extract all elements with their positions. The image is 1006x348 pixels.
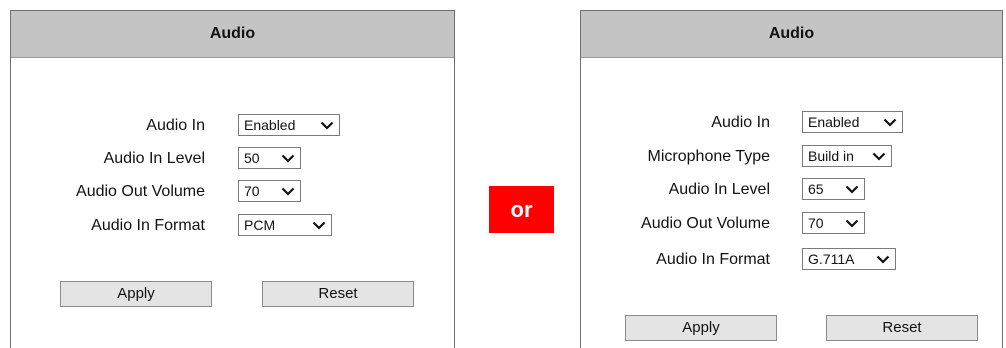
- microphone-type-value: Build in: [808, 148, 854, 164]
- audio-in-select[interactable]: Enabled: [238, 114, 340, 136]
- audio-in-level-label: Audio In Level: [668, 181, 770, 198]
- audio-in-label: Audio In: [711, 114, 770, 131]
- chevron-down-icon: [280, 148, 296, 168]
- audio-settings-panel-right: Audio Audio In Enabled Microphone Type B…: [580, 10, 1003, 348]
- audio-in-label: Audio In: [146, 117, 205, 134]
- reset-button[interactable]: Reset: [826, 315, 978, 341]
- chevron-down-icon: [871, 146, 887, 166]
- audio-in-level-row: Audio In Level 50: [11, 146, 454, 172]
- audio-in-level-select[interactable]: 65: [802, 178, 865, 200]
- audio-out-volume-row: Audio Out Volume 70: [11, 179, 454, 205]
- audio-in-format-select[interactable]: G.711A: [802, 248, 896, 270]
- audio-in-level-row: Audio In Level 65: [581, 177, 1002, 203]
- audio-in-row: Audio In Enabled: [11, 113, 454, 139]
- chevron-down-icon: [875, 249, 891, 269]
- chevron-down-icon: [844, 213, 860, 233]
- audio-in-format-select[interactable]: PCM: [238, 214, 332, 236]
- microphone-type-label: Microphone Type: [647, 148, 770, 165]
- audio-in-format-value: G.711A: [808, 251, 855, 267]
- audio-in-level-select[interactable]: 50: [238, 147, 301, 169]
- or-badge: or: [489, 186, 554, 233]
- audio-in-level-label: Audio In Level: [103, 150, 205, 167]
- chevron-down-icon: [844, 179, 860, 199]
- audio-out-volume-row: Audio Out Volume 70: [581, 211, 1002, 237]
- reset-button[interactable]: Reset: [262, 281, 414, 307]
- apply-button[interactable]: Apply: [625, 315, 777, 341]
- audio-in-row: Audio In Enabled: [581, 110, 1002, 136]
- audio-in-value: Enabled: [244, 117, 296, 133]
- audio-out-volume-select[interactable]: 70: [238, 180, 301, 202]
- audio-out-volume-label: Audio Out Volume: [76, 183, 205, 200]
- audio-in-format-label: Audio In Format: [656, 251, 770, 268]
- apply-button[interactable]: Apply: [60, 281, 212, 307]
- audio-out-volume-value: 70: [808, 215, 824, 231]
- audio-in-format-label: Audio In Format: [91, 217, 205, 234]
- audio-in-format-value: PCM: [244, 217, 276, 233]
- audio-out-volume-select[interactable]: 70: [802, 212, 865, 234]
- audio-in-level-value: 50: [244, 150, 260, 166]
- audio-in-value: Enabled: [808, 114, 860, 130]
- audio-in-select[interactable]: Enabled: [802, 111, 903, 133]
- chevron-down-icon: [319, 115, 335, 135]
- audio-out-volume-value: 70: [244, 183, 260, 199]
- chevron-down-icon: [280, 181, 296, 201]
- audio-out-volume-label: Audio Out Volume: [641, 215, 770, 232]
- audio-in-format-row: Audio In Format PCM: [11, 213, 454, 239]
- comparison-stage: Audio Audio In Enabled Audio In Level 50…: [0, 0, 1006, 348]
- chevron-down-icon: [882, 112, 898, 132]
- panel-title: Audio: [581, 11, 1002, 58]
- audio-in-format-row: Audio In Format G.711A: [581, 247, 1002, 273]
- microphone-type-row: Microphone Type Build in: [581, 144, 1002, 170]
- chevron-down-icon: [311, 215, 327, 235]
- microphone-type-select[interactable]: Build in: [802, 145, 892, 167]
- audio-in-level-value: 65: [808, 181, 824, 197]
- panel-title: Audio: [11, 11, 454, 58]
- audio-settings-panel-left: Audio Audio In Enabled Audio In Level 50…: [10, 10, 455, 348]
